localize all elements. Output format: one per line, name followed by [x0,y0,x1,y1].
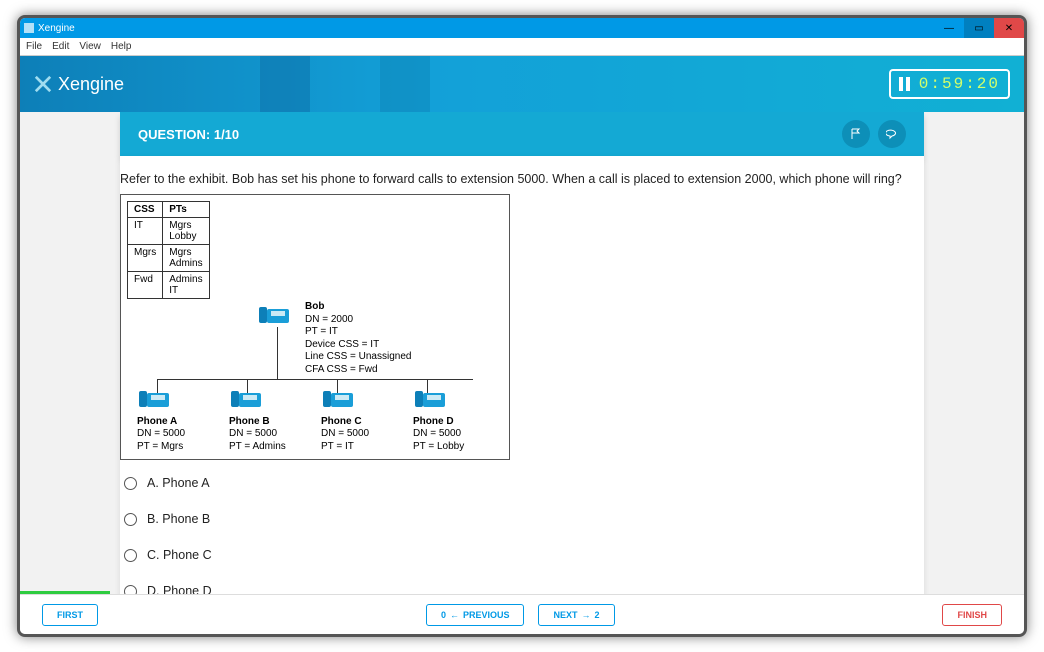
question-bar: QUESTION: 1/10 [120,112,924,156]
titlebar: Xengine — ▭ ✕ [20,18,1024,38]
header-banner: Xengine 0:59:20 [20,56,1024,112]
comment-icon [886,128,898,140]
next-button[interactable]: NEXT → 2 [538,604,614,626]
brand: Xengine [34,74,124,95]
comment-button[interactable] [878,120,906,148]
close-button[interactable]: ✕ [994,18,1024,38]
flag-icon [850,128,862,140]
window-title: Xengine [38,23,75,34]
menu-edit[interactable]: Edit [52,41,69,52]
first-button[interactable]: FIRST [42,604,98,626]
option-b[interactable]: B. Phone B [124,512,920,526]
phone-a: Phone A DN = 5000 PT = Mgrs [137,387,217,453]
maximize-button[interactable]: ▭ [964,18,994,38]
brand-text: Xengine [58,74,124,95]
arrow-left-icon: ← [450,610,459,620]
question-text: Refer to the exhibit. Bob has set his ph… [120,172,924,186]
bob-details: Bob DN = 2000 PT = IT Device CSS = IT Li… [305,301,411,376]
answer-options: A. Phone A B. Phone B C. Phone C D. Phon… [120,476,924,594]
brand-icon [34,75,52,93]
pause-icon [899,77,913,91]
content-area: QUESTION: 1/10 Refer to the exhibit. Bob… [20,112,1024,594]
question-panel: Refer to the exhibit. Bob has set his ph… [120,156,924,594]
radio-icon [124,477,137,490]
app-icon [24,23,34,33]
menu-help[interactable]: Help [111,41,132,52]
phone-icon [257,303,297,330]
timer[interactable]: 0:59:20 [889,69,1010,99]
menubar: File Edit View Help [20,38,1024,56]
radio-icon [124,585,137,595]
menu-file[interactable]: File [26,41,42,52]
option-c[interactable]: C. Phone C [124,548,920,562]
app-window: Xengine — ▭ ✕ File Edit View Help Xengin… [17,15,1027,637]
arrow-right-icon: → [582,610,591,620]
previous-button[interactable]: 0 ← PREVIOUS [426,604,525,626]
radio-icon [124,549,137,562]
css-pt-table: CSSPTs ITMgrs Lobby MgrsMgrs Admins FwdA… [127,201,210,299]
menu-view[interactable]: View [79,41,101,52]
option-d[interactable]: D. Phone D [124,584,920,594]
radio-icon [124,513,137,526]
option-a[interactable]: A. Phone A [124,476,920,490]
phone-b: Phone B DN = 5000 PT = Admins [229,387,309,453]
phone-c: Phone C DN = 5000 PT = IT [321,387,401,453]
exhibit-image: CSSPTs ITMgrs Lobby MgrsMgrs Admins FwdA… [120,194,510,460]
timer-text: 0:59:20 [919,75,1000,93]
footer-nav: FIRST 0 ← PREVIOUS NEXT → 2 FINISH [20,594,1024,634]
progress-indicator [20,591,110,594]
flag-button[interactable] [842,120,870,148]
minimize-button[interactable]: — [934,18,964,38]
finish-button[interactable]: FINISH [942,604,1002,626]
question-counter: QUESTION: 1/10 [138,127,239,142]
phone-d: Phone D DN = 5000 PT = Lobby [413,387,493,453]
